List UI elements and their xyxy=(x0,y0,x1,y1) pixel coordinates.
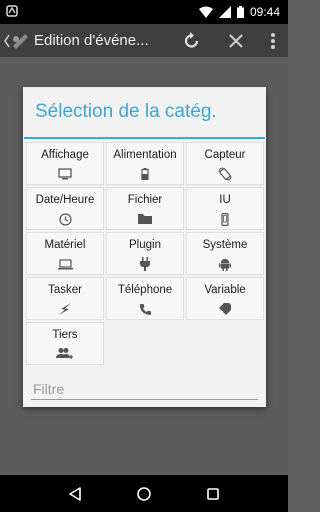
category-telephone[interactable]: Téléphone xyxy=(106,277,184,320)
category-alimentation[interactable]: Alimentation xyxy=(106,142,184,185)
category-label: Tasker xyxy=(48,284,82,296)
app-logo-icon xyxy=(4,33,28,49)
rotate-device-icon xyxy=(218,166,232,182)
phone-icon xyxy=(221,211,229,227)
android-icon xyxy=(219,256,231,272)
close-icon xyxy=(229,33,243,48)
recents-square-icon xyxy=(207,487,220,500)
folder-icon xyxy=(137,211,153,227)
category-affichage[interactable]: Affichage xyxy=(26,142,104,185)
title-divider xyxy=(24,137,265,139)
category-label: Variable xyxy=(204,284,246,296)
category-tiers[interactable]: Tiers xyxy=(26,322,104,365)
battery-status-icon xyxy=(236,6,244,18)
overflow-menu-button[interactable] xyxy=(258,24,288,57)
category-iu[interactable]: IU xyxy=(186,187,264,230)
category-date-heure[interactable]: Date/Heure xyxy=(26,187,104,230)
category-label: Alimentation xyxy=(113,149,177,161)
nav-recents-button[interactable] xyxy=(198,479,228,509)
category-label: Date/Heure xyxy=(35,194,95,206)
clock-icon xyxy=(58,211,72,227)
filter-input[interactable]: Filtre xyxy=(31,378,258,400)
category-materiel[interactable]: Matériel xyxy=(26,232,104,275)
more-vertical-icon xyxy=(271,32,275,49)
home-circle-icon xyxy=(137,486,151,501)
close-button[interactable] xyxy=(214,24,258,57)
plug-icon xyxy=(140,256,150,272)
action-bar: Edition d'événe... xyxy=(0,24,288,57)
navigation-bar xyxy=(0,475,288,512)
nav-home-button[interactable] xyxy=(129,479,159,509)
people-add-icon xyxy=(56,346,74,362)
category-label: IU xyxy=(219,194,231,206)
category-variable[interactable]: Variable xyxy=(186,277,264,320)
category-capteur[interactable]: Capteur xyxy=(186,142,264,185)
laptop-icon xyxy=(57,256,73,272)
status-bar: 09:44 xyxy=(0,0,288,24)
refresh-icon xyxy=(184,31,199,48)
signal-icon xyxy=(218,6,231,18)
tag-icon xyxy=(218,301,232,317)
category-tasker[interactable]: Tasker xyxy=(26,277,104,320)
status-time: 09:44 xyxy=(249,5,280,19)
category-fichier[interactable]: Fichier xyxy=(106,187,184,230)
category-label: Capteur xyxy=(204,149,246,161)
category-label: Système xyxy=(202,239,248,251)
category-label: Téléphone xyxy=(117,284,173,296)
category-label: Plugin xyxy=(129,239,161,251)
dialog-title: Sélection de la catég. xyxy=(35,101,217,122)
monitor-icon xyxy=(58,166,72,182)
category-systeme[interactable]: Système xyxy=(186,232,264,275)
battery-icon xyxy=(141,166,149,182)
handset-icon xyxy=(139,301,152,317)
page-title: Edition d'événe... xyxy=(34,32,149,49)
category-label: Tiers xyxy=(52,329,78,341)
category-dialog: Sélection de la catég. Affichage Aliment… xyxy=(23,87,266,407)
app-notification-icon xyxy=(6,5,18,20)
back-triangle-icon xyxy=(68,486,81,501)
category-label: Affichage xyxy=(41,149,89,161)
wifi-icon xyxy=(198,6,213,18)
lightning-icon xyxy=(58,301,72,317)
category-plugin[interactable]: Plugin xyxy=(106,232,184,275)
category-label: Matériel xyxy=(44,239,86,251)
category-label: Fichier xyxy=(127,194,163,206)
back-up-button[interactable] xyxy=(0,24,34,57)
category-grid: Affichage Alimentation Capteur Date/Heur… xyxy=(26,142,264,365)
reset-button[interactable] xyxy=(170,24,214,57)
nav-back-button[interactable] xyxy=(60,479,90,509)
